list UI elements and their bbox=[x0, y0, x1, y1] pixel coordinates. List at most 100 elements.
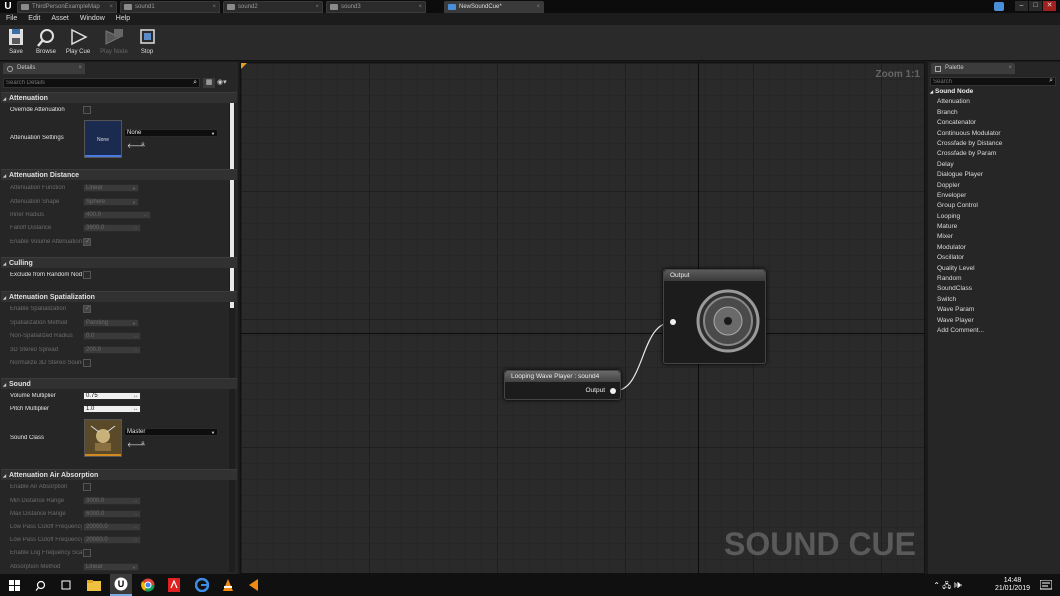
play-node-button[interactable]: Play Node bbox=[97, 27, 131, 59]
palette-item[interactable]: Branch bbox=[928, 108, 1060, 118]
property-matrix-button[interactable]: ▦ bbox=[203, 78, 215, 88]
attenuation-shape-dropdown[interactable]: Sphere bbox=[83, 198, 139, 206]
tab-third-person-map[interactable]: ThirdPersonExampleMap × bbox=[17, 1, 117, 13]
task-view-icon[interactable] bbox=[58, 577, 74, 593]
stop-button[interactable]: Stop bbox=[131, 27, 163, 59]
details-tab[interactable]: Details × bbox=[3, 63, 85, 74]
close-window-button[interactable]: ✕ bbox=[1043, 1, 1056, 11]
category-attenuation[interactable]: Attenuation bbox=[1, 92, 237, 104]
palette-tab[interactable]: Palette × bbox=[931, 63, 1015, 74]
sound-class-dropdown[interactable]: Master bbox=[124, 428, 218, 436]
palette-item[interactable]: Dialogue Player bbox=[928, 170, 1060, 180]
tab-sound2[interactable]: sound2 × bbox=[223, 1, 323, 13]
palette-item[interactable]: Delay bbox=[928, 160, 1060, 170]
minimize-button[interactable]: – bbox=[1015, 1, 1028, 11]
palette-category-sound-node[interactable]: Sound Node bbox=[928, 87, 1060, 98]
chrome-icon[interactable] bbox=[140, 577, 156, 593]
menu-file[interactable]: File bbox=[6, 13, 17, 25]
inner-radius-field[interactable]: 400.0 bbox=[83, 211, 151, 219]
browse-asset-icon[interactable]: ⌕ bbox=[141, 141, 145, 149]
looping-wave-player-node[interactable]: Looping Wave Player : sound4 Output bbox=[504, 370, 621, 400]
category-culling[interactable]: Culling bbox=[1, 257, 237, 269]
palette-item[interactable]: Mixer bbox=[928, 232, 1060, 242]
palette-item[interactable]: Wave Param bbox=[928, 305, 1060, 315]
pitch-multiplier-field[interactable]: 1.0 bbox=[83, 405, 141, 413]
vlc-icon[interactable] bbox=[220, 577, 236, 593]
spatialization-method-dropdown[interactable]: Panning bbox=[83, 319, 139, 327]
palette-item[interactable]: Switch bbox=[928, 295, 1060, 305]
search-icon[interactable]: ⌕ bbox=[193, 79, 197, 87]
palette-item[interactable]: Group Control bbox=[928, 201, 1060, 211]
tab-sound1[interactable]: sound1 × bbox=[120, 1, 220, 13]
palette-item-add-comment[interactable]: Add Comment... bbox=[928, 326, 1060, 336]
category-air-absorption[interactable]: Attenuation Air Absorption bbox=[1, 469, 237, 481]
tab-new-sound-cue[interactable]: NewSoundCue* × bbox=[444, 1, 544, 13]
log-frequency-checkbox[interactable] bbox=[83, 549, 91, 557]
palette-item[interactable]: Quality Level bbox=[928, 264, 1060, 274]
palette-search-input[interactable] bbox=[931, 78, 1041, 86]
absorption-method-dropdown[interactable]: Linear bbox=[83, 563, 139, 571]
browse-asset-icon[interactable]: ⌕ bbox=[141, 440, 145, 448]
menu-window[interactable]: Window bbox=[80, 13, 105, 25]
details-scroll-thumb[interactable] bbox=[230, 94, 234, 308]
category-attenuation-spatialization[interactable]: Attenuation Spatialization bbox=[1, 291, 237, 303]
normalize-stereo-checkbox[interactable] bbox=[83, 359, 91, 367]
sound-class-thumbnail[interactable] bbox=[84, 419, 122, 457]
menu-asset[interactable]: Asset bbox=[51, 13, 69, 25]
maximize-button[interactable]: □ bbox=[1029, 1, 1042, 11]
save-button[interactable]: Save bbox=[0, 27, 32, 59]
wave-player-output-pin[interactable] bbox=[610, 388, 616, 394]
close-icon[interactable]: × bbox=[78, 63, 82, 74]
palette-item[interactable]: Attenuation bbox=[928, 97, 1060, 107]
lp-cutoff-max-field[interactable]: 20000.0 bbox=[83, 536, 141, 544]
palette-item[interactable]: Enveloper bbox=[928, 191, 1060, 201]
audio-app-icon[interactable] bbox=[246, 577, 262, 593]
palette-item[interactable]: Modulator bbox=[928, 243, 1060, 253]
close-icon[interactable]: × bbox=[1008, 63, 1012, 74]
acrobat-icon[interactable] bbox=[166, 577, 182, 593]
search-icon[interactable] bbox=[32, 577, 48, 593]
falloff-distance-field[interactable]: 3600.0 bbox=[83, 224, 141, 232]
search-icon[interactable]: ⌕ bbox=[1049, 77, 1053, 85]
attenuation-function-dropdown[interactable]: Linear bbox=[83, 184, 139, 192]
enable-volume-attenuation-checkbox[interactable] bbox=[83, 238, 91, 246]
tray-icons[interactable]: ⌃ 🖧 🕪 bbox=[933, 580, 962, 594]
output-node-input-pin[interactable] bbox=[670, 319, 676, 325]
palette-item[interactable]: Crossfade by Param bbox=[928, 149, 1060, 159]
palette-item[interactable]: Concatenator bbox=[928, 118, 1060, 128]
details-search-input[interactable] bbox=[4, 79, 187, 87]
output-node[interactable]: Output bbox=[663, 269, 766, 364]
tab-sound3[interactable]: sound3 × bbox=[326, 1, 426, 13]
view-options-icon[interactable]: ◉▾ bbox=[217, 78, 235, 88]
enable-air-absorption-checkbox[interactable] bbox=[83, 483, 91, 491]
windows-start-icon[interactable] bbox=[6, 577, 22, 593]
close-icon[interactable]: × bbox=[536, 2, 540, 12]
volume-multiplier-field[interactable]: 0.75 bbox=[83, 392, 141, 400]
palette-item[interactable]: SoundClass bbox=[928, 284, 1060, 294]
unreal-engine-taskbar-icon[interactable]: U bbox=[110, 574, 132, 596]
close-icon[interactable]: × bbox=[418, 2, 422, 12]
menu-help[interactable]: Help bbox=[116, 13, 130, 25]
palette-item[interactable]: Random bbox=[928, 274, 1060, 284]
override-attenuation-checkbox[interactable] bbox=[83, 106, 91, 114]
max-distance-range-field[interactable]: 6000.0 bbox=[83, 510, 141, 518]
stereo-spread-field[interactable]: 200.0 bbox=[83, 346, 141, 354]
attenuation-settings-dropdown[interactable]: None bbox=[124, 129, 218, 137]
close-icon[interactable]: × bbox=[315, 2, 319, 12]
lp-cutoff-min-field[interactable]: 20000.0 bbox=[83, 523, 141, 531]
menu-edit[interactable]: Edit bbox=[28, 13, 40, 25]
palette-item[interactable]: Crossfade by Distance bbox=[928, 139, 1060, 149]
play-cue-button[interactable]: Play Cue bbox=[62, 27, 94, 59]
palette-item[interactable]: Looping bbox=[928, 212, 1060, 222]
palette-item[interactable]: Oscillator bbox=[928, 253, 1060, 263]
attenuation-settings-thumbnail[interactable]: None bbox=[84, 120, 122, 158]
notifications-icon[interactable] bbox=[1038, 577, 1054, 593]
enable-spatialization-checkbox[interactable] bbox=[83, 305, 91, 313]
system-clock[interactable]: 14:48 21/01/2019 bbox=[995, 577, 1030, 593]
category-sound[interactable]: Sound bbox=[1, 378, 237, 390]
close-icon[interactable]: × bbox=[109, 2, 113, 12]
close-icon[interactable]: × bbox=[212, 2, 216, 12]
palette-item[interactable]: Mature bbox=[928, 222, 1060, 232]
min-distance-range-field[interactable]: 3000.0 bbox=[83, 497, 141, 505]
exclude-random-node-checkbox[interactable] bbox=[83, 271, 91, 279]
